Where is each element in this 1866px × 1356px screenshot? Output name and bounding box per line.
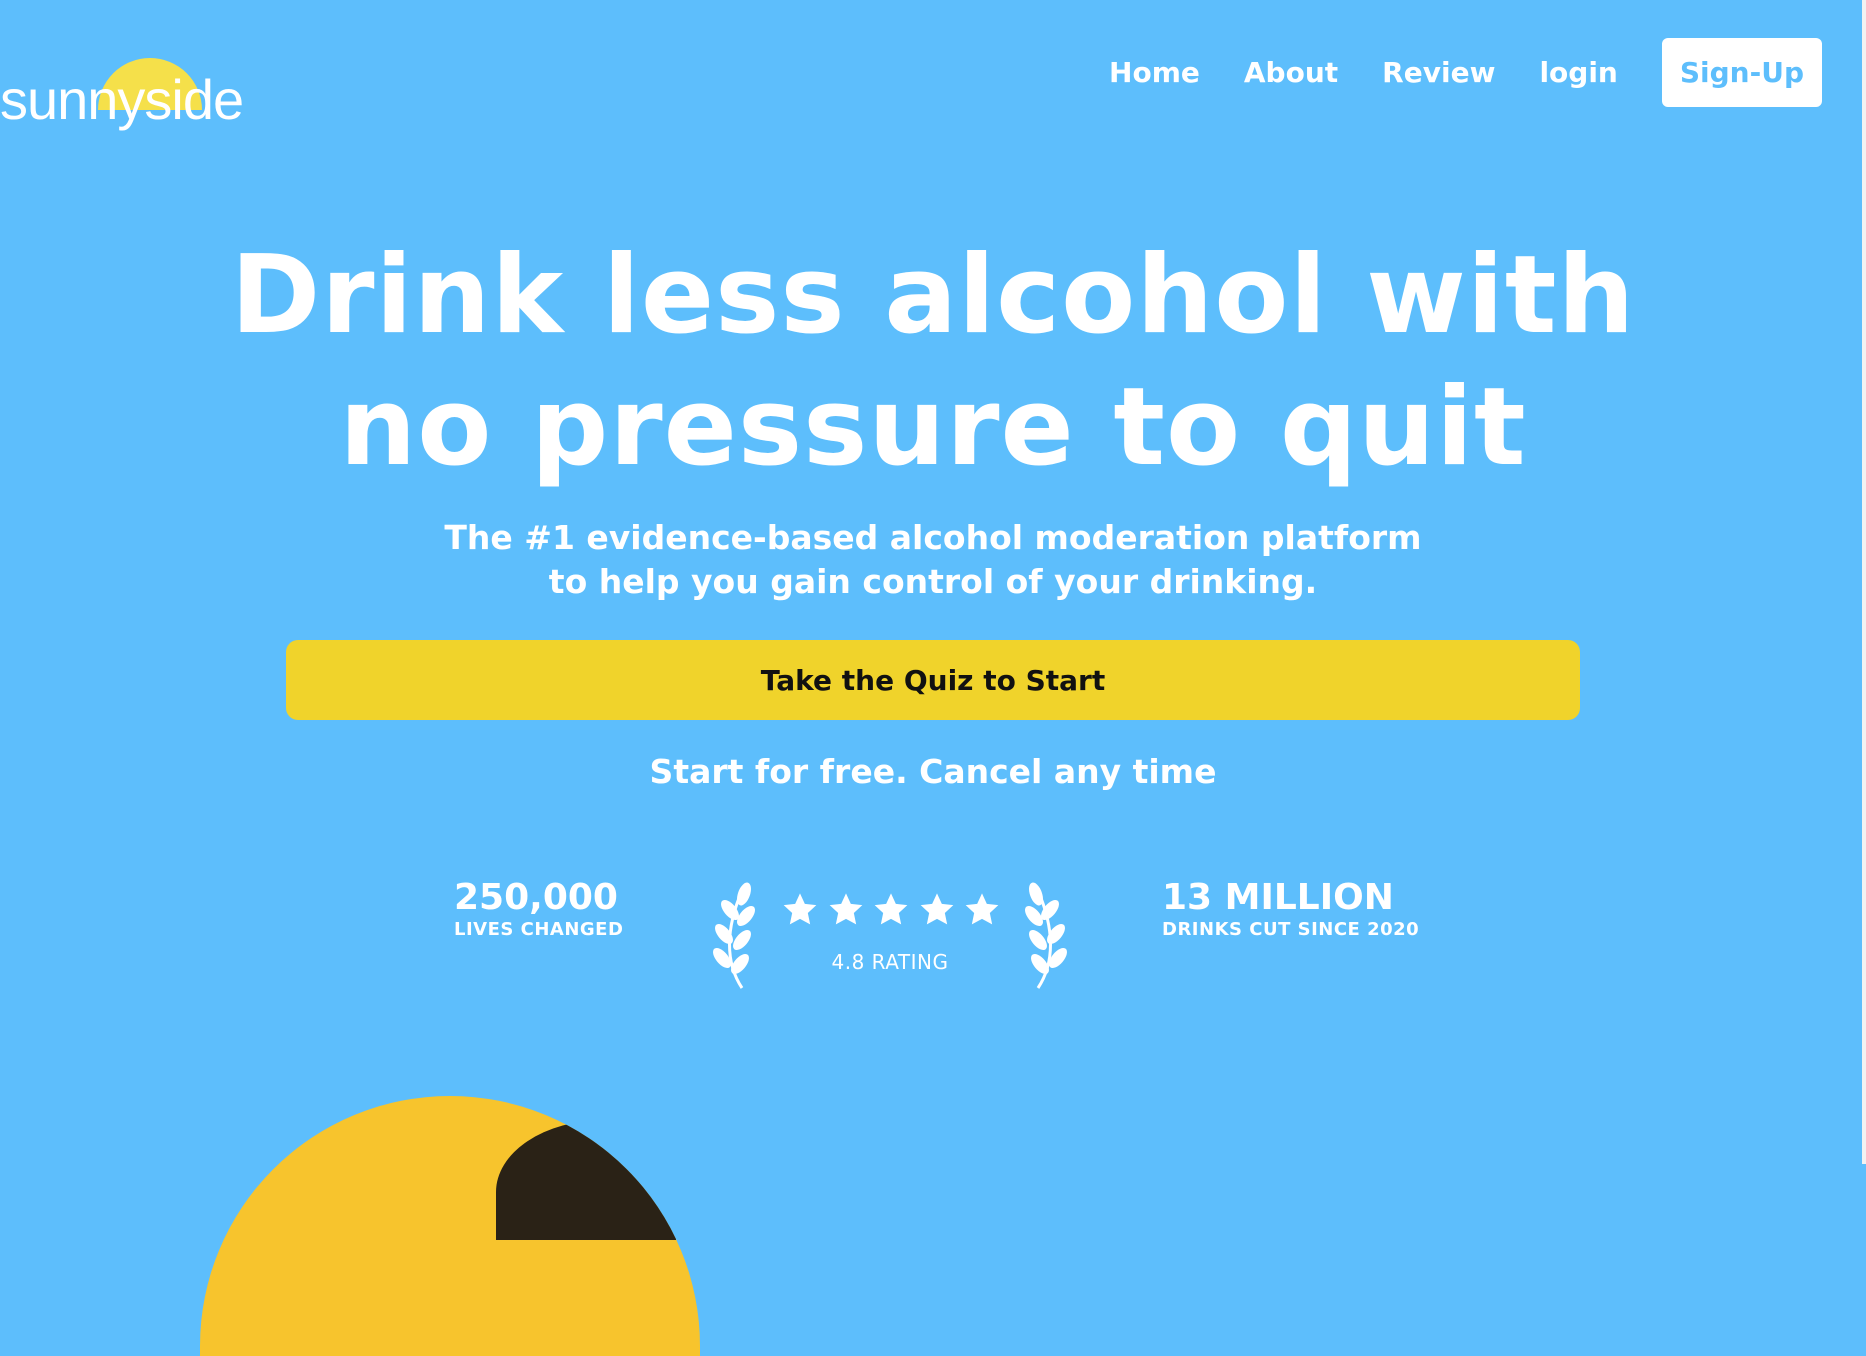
- landing-page: sunnyside Home About Review login Sign-U…: [0, 0, 1866, 1356]
- stat-drinks-value: 13 MILLION: [1162, 877, 1394, 918]
- headline-line-1: Drink less alcohol with: [230, 233, 1636, 358]
- stat-drinks-label: DRINKS CUT SINCE 2020: [1162, 919, 1420, 940]
- star-icon: [829, 893, 862, 925]
- stat-lives-changed: 250,000 LIVES CHANGED: [454, 878, 623, 942]
- rating-badge: 4.8 RATING: [700, 872, 1080, 992]
- star-icon: [874, 893, 908, 925]
- tree-silhouette: [496, 1120, 676, 1240]
- hero-headline: Drink less alcohol with no pressure to q…: [0, 230, 1866, 494]
- logo-text: sunnyside: [0, 68, 244, 131]
- star-icon: [783, 893, 817, 925]
- sunnyside-logo[interactable]: sunnyside: [0, 50, 250, 140]
- headline-line-2: no pressure to quit: [339, 365, 1527, 490]
- main-nav: Home About Review login Sign-Up: [1109, 38, 1822, 107]
- subhead-line-2: to help you gain control of your drinkin…: [548, 562, 1318, 601]
- hero-image: [200, 1096, 700, 1356]
- free-trial-note: Start for free. Cancel any time: [649, 752, 1217, 791]
- star-rating: [780, 890, 1002, 930]
- stat-lives-label: LIVES CHANGED: [454, 919, 624, 940]
- nav-about-link[interactable]: About: [1244, 56, 1338, 89]
- star-icon: [965, 893, 999, 925]
- nav-review-link[interactable]: Review: [1382, 56, 1495, 89]
- hero-subheading: The #1 evidence-based alcohol moderation…: [0, 516, 1866, 604]
- nav-home-link[interactable]: Home: [1109, 56, 1200, 89]
- take-quiz-button[interactable]: Take the Quiz to Start: [286, 640, 1580, 720]
- laurel-right-icon: [1025, 882, 1067, 989]
- stat-lives-value: 250,000: [454, 877, 618, 918]
- star-icon: [920, 893, 953, 925]
- page-edge: [1862, 0, 1866, 1164]
- subhead-line-1: The #1 evidence-based alcohol moderation…: [444, 518, 1422, 557]
- stat-drinks-cut: 13 MILLION DRINKS CUT SINCE 2020: [1162, 878, 1419, 942]
- signup-button[interactable]: Sign-Up: [1661, 38, 1822, 107]
- nav-login-link[interactable]: login: [1539, 56, 1617, 89]
